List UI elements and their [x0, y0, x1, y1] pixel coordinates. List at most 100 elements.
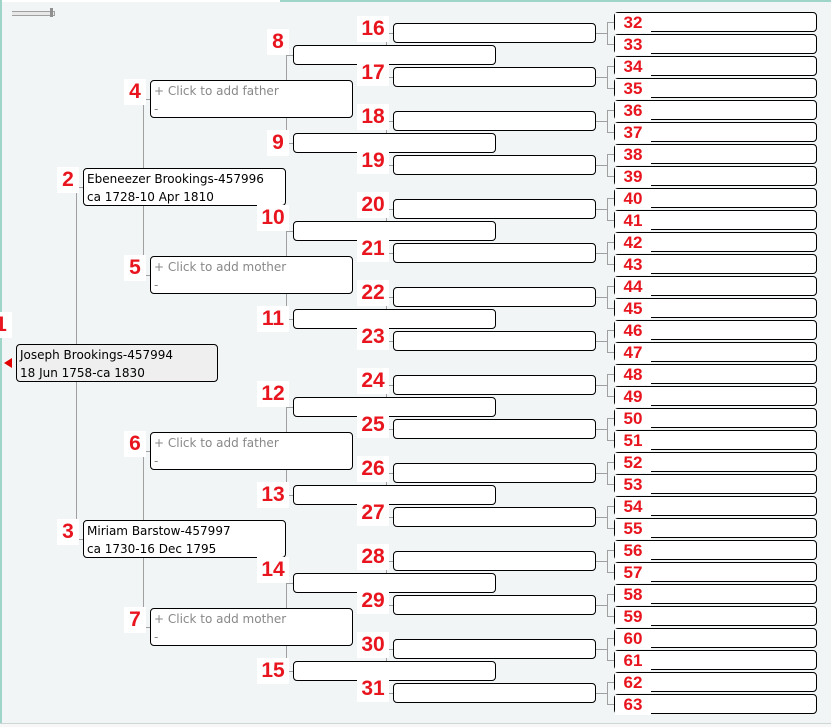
person-box-5[interactable]: + Click to add mother -	[150, 256, 353, 294]
ahnentafel-number-label: 1	[0, 312, 12, 338]
person-box-17[interactable]	[393, 67, 596, 87]
connector-line	[607, 66, 608, 88]
connector-line	[596, 649, 607, 650]
connector-line	[607, 418, 614, 419]
person-box-27[interactable]	[393, 507, 596, 527]
ahnentafel-number-label: 20	[357, 192, 389, 218]
person-box-18[interactable]	[393, 111, 596, 131]
ahnentafel-number-label: 24	[357, 368, 389, 394]
ahnentafel-number-label: 35	[615, 79, 651, 99]
connector-line	[286, 231, 293, 232]
connector-line	[607, 330, 614, 331]
ahnentafel-number-label: 10	[257, 205, 289, 231]
connector-line	[607, 242, 608, 264]
add-parent-link[interactable]: + Click to add mother	[154, 258, 352, 276]
ahnentafel-number-label: 60	[615, 629, 651, 649]
connector-line	[596, 77, 607, 78]
person-box-11[interactable]	[293, 309, 496, 329]
connector-line	[607, 110, 614, 111]
connector-line	[596, 429, 607, 430]
connector-line	[607, 286, 614, 287]
zoom-slider[interactable]	[12, 11, 55, 16]
ahnentafel-number-label: 56	[615, 541, 651, 561]
connector-line	[596, 253, 607, 254]
connector-line	[607, 506, 608, 528]
person-box-20[interactable]	[393, 199, 596, 219]
person-box-21[interactable]	[393, 243, 596, 263]
person-box-29[interactable]	[393, 595, 596, 615]
ahnentafel-number-label: 49	[615, 387, 651, 407]
connector-line	[596, 473, 607, 474]
person-box-10[interactable]	[293, 221, 496, 241]
ahnentafel-number-label: 58	[615, 585, 651, 605]
person-box-25[interactable]	[393, 419, 596, 439]
ahnentafel-number-label: 18	[357, 104, 389, 130]
ahnentafel-number-label: 36	[615, 101, 651, 121]
connector-line	[607, 638, 608, 660]
ahnentafel-number-label: 32	[615, 13, 651, 33]
ahnentafel-number-label: 41	[615, 211, 651, 231]
connector-line	[596, 33, 607, 34]
person-box-2[interactable]: Ebeneezer Brookings-457996 ca 1728-10 Apr…	[83, 168, 286, 206]
navigate-left-icon[interactable]	[4, 358, 12, 368]
ahnentafel-number-label: 4	[124, 79, 146, 105]
person-name: Ebeneezer Brookings-457996	[87, 172, 264, 186]
ahnentafel-number-label: 55	[615, 519, 651, 539]
connector-line	[607, 66, 614, 67]
person-box-12[interactable]	[293, 397, 496, 417]
ahnentafel-number-label: 46	[615, 321, 651, 341]
connector-line	[607, 88, 614, 89]
connector-line	[596, 385, 607, 386]
person-box-15[interactable]	[293, 661, 496, 681]
person-box-31[interactable]	[393, 683, 596, 703]
person-name: Miriam Barstow-457997	[87, 524, 231, 538]
person-box-19[interactable]	[393, 155, 596, 175]
ahnentafel-number-label: 26	[357, 456, 389, 482]
connector-line	[607, 22, 608, 44]
add-parent-link[interactable]: + Click to add father	[154, 82, 352, 100]
person-box-30[interactable]	[393, 639, 596, 659]
person-name: Joseph Brookings-457994	[20, 348, 174, 362]
person-dates: ca 1728-10 Apr 1810	[87, 190, 214, 204]
connector-line	[607, 418, 608, 440]
ahnentafel-number-label: 14	[257, 557, 289, 583]
person-box-8[interactable]	[293, 45, 496, 65]
person-box-24[interactable]	[393, 375, 596, 395]
ahnentafel-number-label: 54	[615, 497, 651, 517]
person-box-14[interactable]	[293, 573, 496, 593]
connector-line	[607, 286, 608, 308]
person-box-22[interactable]	[393, 287, 596, 307]
person-box-9[interactable]	[293, 133, 496, 153]
person-box-13[interactable]	[293, 485, 496, 505]
ahnentafel-number-label: 38	[615, 145, 651, 165]
person-box-23[interactable]	[393, 331, 596, 351]
connector-line	[607, 198, 608, 220]
add-parent-link[interactable]: + Click to add mother	[154, 610, 352, 628]
person-box-28[interactable]	[393, 551, 596, 571]
ahnentafel-number-label: 40	[615, 189, 651, 209]
ahnentafel-number-label: 59	[615, 607, 651, 627]
connector-line	[607, 528, 614, 529]
connector-line	[286, 407, 293, 408]
connector-line	[596, 341, 607, 342]
root-person-box[interactable]: Joseph Brookings-457994 18 Jun 1758-ca 18…	[16, 344, 218, 382]
person-box-16[interactable]	[393, 23, 596, 43]
person-box-26[interactable]	[393, 463, 596, 483]
person-box-3[interactable]: Miriam Barstow-457997 ca 1730-16 Dec 1795	[83, 520, 286, 558]
ahnentafel-number-label: 62	[615, 673, 651, 693]
ahnentafel-number-label: 27	[357, 500, 389, 526]
person-dates: 18 Jun 1758-ca 1830	[20, 366, 145, 380]
zoom-slider-thumb[interactable]	[50, 8, 53, 17]
ahnentafel-number-label: 15	[257, 658, 289, 684]
person-box-4[interactable]: + Click to add father -	[150, 80, 353, 118]
connector-line	[607, 110, 608, 132]
connector-line	[596, 561, 607, 562]
person-box-6[interactable]: + Click to add father -	[150, 432, 353, 470]
connector-line	[607, 682, 614, 683]
connector-line	[607, 308, 614, 309]
ahnentafel-number-label: 21	[357, 236, 389, 262]
person-box-7[interactable]: + Click to add mother -	[150, 608, 353, 646]
connector-line	[607, 154, 608, 176]
person-dates: -	[154, 102, 159, 116]
add-parent-link[interactable]: + Click to add father	[154, 434, 352, 452]
